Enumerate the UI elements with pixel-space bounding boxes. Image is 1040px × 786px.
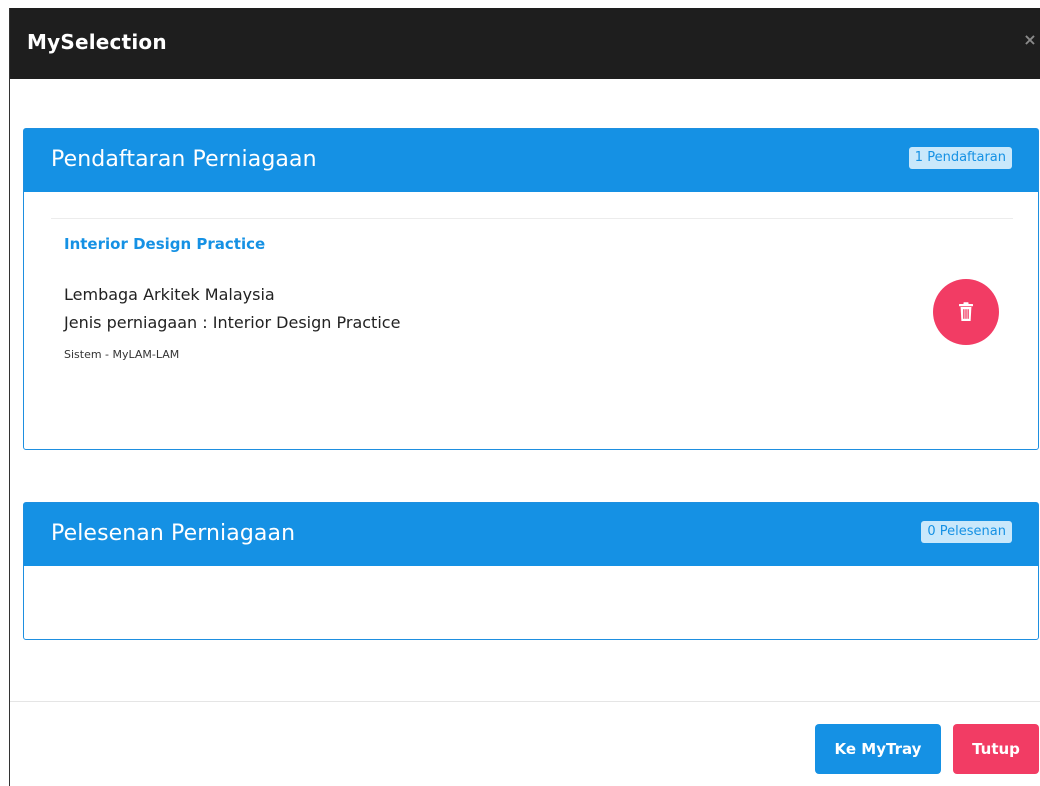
pendaftaran-panel-heading: Pendaftaran Perniagaan 1 Pendaftaran: [24, 129, 1038, 192]
myselection-modal: MySelection × Pendaftaran Perniagaan 1 P…: [9, 8, 1040, 786]
item-business-type: Jenis perniagaan : Interior Design Pract…: [64, 313, 401, 332]
pendaftaran-count-badge: 1 Pendaftaran: [908, 147, 1012, 169]
pelesenan-panel-heading: Pelesenan Perniagaan 0 Pelesenan: [24, 503, 1038, 566]
close-icon: ×: [1023, 30, 1037, 49]
pelesenan-panel-title: Pelesenan Perniagaan: [51, 521, 296, 546]
trash-icon: [959, 302, 973, 321]
pendaftaran-panel: Pendaftaran Perniagaan 1 Pendaftaran Int…: [23, 128, 1039, 450]
modal-title: MySelection: [27, 30, 167, 54]
pelesenan-panel: Pelesenan Perniagaan 0 Pelesenan: [23, 502, 1039, 640]
modal-header: MySelection ×: [10, 8, 1040, 79]
item-divider: [51, 218, 1013, 219]
pelesenan-count-badge: 0 Pelesenan: [921, 521, 1012, 543]
item-title: Interior Design Practice: [64, 235, 266, 253]
item-system: Sistem - MyLAM-LAM: [64, 348, 180, 361]
item-organization: Lembaga Arkitek Malaysia: [64, 285, 275, 304]
ke-mytray-button[interactable]: Ke MyTray: [815, 724, 941, 774]
delete-item-button[interactable]: [933, 279, 999, 345]
footer-divider: [10, 701, 1040, 702]
close-button[interactable]: ×: [1022, 30, 1038, 50]
pendaftaran-panel-title: Pendaftaran Perniagaan: [51, 147, 317, 172]
tutup-button[interactable]: Tutup: [953, 724, 1039, 774]
